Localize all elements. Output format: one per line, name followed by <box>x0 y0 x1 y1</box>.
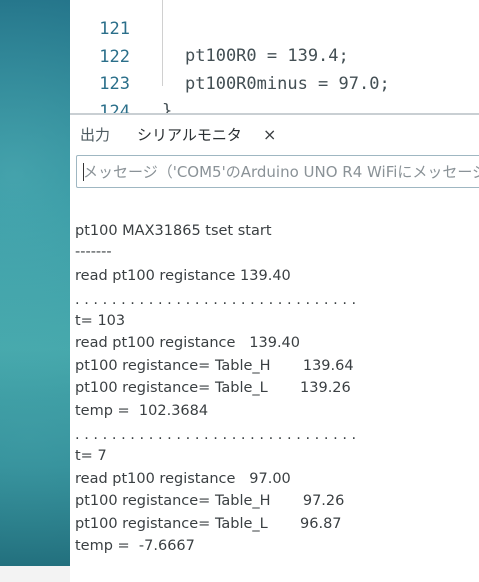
desktop-edge <box>0 566 70 582</box>
code-line[interactable]: 123 } <box>70 44 479 113</box>
code-line[interactable]: 122 pt100R0minus = 97.0; <box>70 17 479 94</box>
output-line: pt100 registance= Table_H 139.64 <box>75 358 354 374</box>
code-editor[interactable]: 121 pt100R0 = 139.4; 122 pt100R0minus = … <box>70 0 479 113</box>
output-line: temp = -7.6667 <box>75 538 195 554</box>
close-icon[interactable]: × <box>263 125 276 145</box>
output-line: pt100 registance= Table_H 97.26 <box>75 493 345 509</box>
output-line: read pt100 registance 139.40 <box>75 335 301 351</box>
tab-serial-monitor[interactable]: シリアルモニタ <box>137 125 242 145</box>
output-line: read pt100 registance 97.00 <box>75 471 291 487</box>
output-line: . . . . . . . . . . . . . . . . . . . . … <box>75 427 357 443</box>
tab-output[interactable]: 出力 <box>80 125 110 145</box>
desktop-background <box>0 0 70 582</box>
code-line[interactable]: 121 pt100R0 = 139.4; <box>70 0 479 66</box>
output-line: ------- <box>75 244 112 260</box>
output-line: pt100 registance= Table_L 139.26 <box>75 380 351 396</box>
serial-message-field[interactable] <box>76 155 479 188</box>
line-number: 124 <box>99 102 130 113</box>
output-line: pt100 MAX31865 tset start <box>75 223 272 239</box>
output-line: t= 103 <box>75 313 126 329</box>
code-text[interactable]: } <box>162 98 172 113</box>
serial-output[interactable]: pt100 MAX31865 tset start ------- read p… <box>70 196 479 566</box>
output-line: pt100 registance= Table_L 96.87 <box>75 516 342 532</box>
serial-message-input[interactable] <box>77 156 479 187</box>
output-line: . . . . . . . . . . . . . . . . . . . . … <box>75 292 357 308</box>
text-caret <box>83 163 84 181</box>
code-line[interactable]: 124 <box>70 72 479 113</box>
output-line: t= 7 <box>75 448 107 464</box>
output-line: read pt100 registance 139.40 <box>75 268 291 284</box>
bottom-panel-tabs: 出力 シリアルモニタ × <box>70 115 479 155</box>
output-line: temp = 102.3684 <box>75 403 209 419</box>
